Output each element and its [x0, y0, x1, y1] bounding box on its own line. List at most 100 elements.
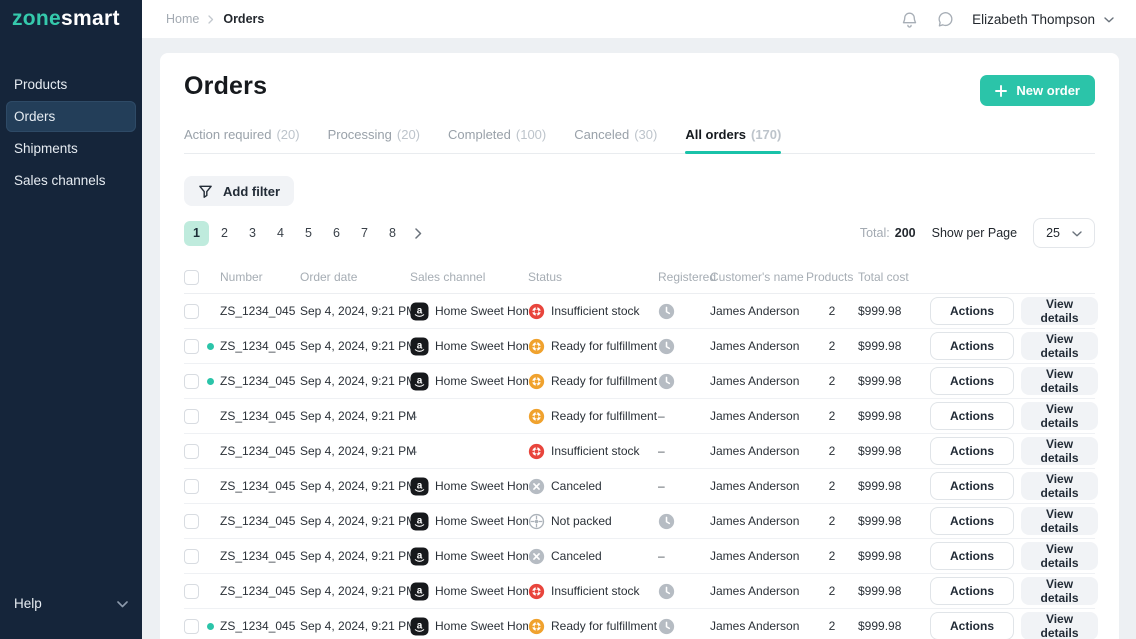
amazon-icon: a	[410, 512, 429, 531]
sidebar-item-shipments[interactable]: Shipments	[6, 133, 136, 164]
row-checkbox[interactable]	[184, 374, 199, 389]
view-details-button[interactable]: View details	[1021, 612, 1098, 639]
user-menu[interactable]: Elizabeth Thompson	[972, 10, 1114, 28]
table-row: ZS_1234_045 Sep 4, 2024, 9:21 PM aHome S…	[184, 329, 1095, 364]
logo-text-zone: zone	[12, 7, 61, 31]
next-page-button[interactable]	[408, 228, 429, 239]
view-details-button[interactable]: View details	[1021, 297, 1098, 325]
clock-icon	[658, 618, 710, 635]
table-body: ZS_1234_045 Sep 4, 2024, 9:21 PM aHome S…	[184, 294, 1095, 639]
actions-button[interactable]: Actions	[930, 577, 1014, 605]
sales-channel-name: Home Sweet Hom...	[435, 479, 528, 493]
per-page-select[interactable]: 25	[1033, 218, 1095, 248]
order-status: Ready for fulfillment	[528, 373, 658, 390]
page-4-button[interactable]: 4	[268, 221, 293, 246]
table-row: ZS_1234_045 Sep 4, 2024, 9:21 PM aHome S…	[184, 539, 1095, 574]
order-number: ZS_1234_045	[220, 444, 300, 458]
sales-channel-name: Home Sweet Hom...	[435, 374, 528, 388]
tab-action-required[interactable]: Action required (20)	[184, 127, 300, 153]
row-checkbox[interactable]	[184, 619, 199, 634]
funnel-icon	[198, 184, 213, 199]
view-details-button[interactable]: View details	[1021, 472, 1098, 500]
sales-channel: aHome Sweet Hom...	[410, 547, 528, 566]
amazon-icon: a	[410, 302, 429, 321]
actions-button[interactable]: Actions	[930, 332, 1014, 360]
actions-button[interactable]: Actions	[930, 507, 1014, 535]
notifications-bell-icon[interactable]	[900, 10, 919, 29]
registered-cell	[658, 303, 710, 320]
order-number: ZS_1234_045	[220, 584, 300, 598]
sidebar-item-sales-channels[interactable]: Sales channels	[6, 165, 136, 196]
page-1-button[interactable]: 1	[184, 221, 209, 246]
view-details-button[interactable]: View details	[1021, 402, 1098, 430]
clock-icon	[658, 583, 710, 600]
view-details-button[interactable]: View details	[1021, 367, 1098, 395]
row-checkbox[interactable]	[184, 339, 199, 354]
messages-chat-icon[interactable]	[936, 10, 955, 29]
view-details-button[interactable]: View details	[1021, 542, 1098, 570]
order-date: Sep 4, 2024, 9:21 PM	[300, 304, 410, 318]
new-order-label: New order	[1016, 83, 1080, 98]
page-6-button[interactable]: 6	[324, 221, 349, 246]
row-checkbox[interactable]	[184, 584, 199, 599]
status-label: Ready for fulfillment	[551, 374, 657, 388]
app-logo[interactable]: zonesmart	[0, 0, 142, 38]
sidebar-item-products[interactable]: Products	[6, 69, 136, 100]
sales-channel: aHome Sweet Hom...	[410, 302, 528, 321]
view-details-button[interactable]: View details	[1021, 332, 1098, 360]
page-3-button[interactable]: 3	[240, 221, 265, 246]
actions-button[interactable]: Actions	[930, 367, 1014, 395]
row-checkbox[interactable]	[184, 444, 199, 459]
select-all-checkbox[interactable]	[184, 270, 199, 285]
actions-button[interactable]: Actions	[930, 542, 1014, 570]
actions-button[interactable]: Actions	[930, 472, 1014, 500]
table-header: Number Order date Sales channel Status R…	[184, 261, 1095, 294]
page-7-button[interactable]: 7	[352, 221, 377, 246]
row-checkbox[interactable]	[184, 479, 199, 494]
tab-label: Processing	[328, 127, 392, 142]
order-number: ZS_1234_045	[220, 549, 300, 563]
page-8-button[interactable]: 8	[380, 221, 405, 246]
page-2-button[interactable]: 2	[212, 221, 237, 246]
new-order-button[interactable]: New order	[980, 75, 1095, 106]
tab-canceled[interactable]: Canceled (30)	[574, 127, 657, 153]
actions-button[interactable]: Actions	[930, 297, 1014, 325]
products-count: 2	[806, 514, 858, 528]
products-count: 2	[806, 549, 858, 563]
svg-text:a: a	[417, 515, 423, 526]
customer-name: James Anderson	[710, 374, 806, 388]
orders-panel: Orders New order Action required (20) Pr…	[160, 53, 1119, 639]
order-status: Ready for fulfillment	[528, 408, 658, 425]
row-checkbox[interactable]	[184, 514, 199, 529]
view-details-button[interactable]: View details	[1021, 507, 1098, 535]
sidebar-item-orders[interactable]: Orders	[6, 101, 136, 132]
order-status: Insufficient stock	[528, 303, 658, 320]
col-registered: Registered	[658, 270, 710, 284]
tab-processing[interactable]: Processing (20)	[328, 127, 420, 153]
add-filter-button[interactable]: Add filter	[184, 176, 294, 206]
order-date: Sep 4, 2024, 9:21 PM	[300, 339, 410, 353]
actions-button[interactable]: Actions	[930, 612, 1014, 639]
new-order-dot	[207, 623, 214, 630]
page-5-button[interactable]: 5	[296, 221, 321, 246]
status-canceled-icon	[528, 548, 545, 565]
customer-name: James Anderson	[710, 619, 806, 633]
order-date: Sep 4, 2024, 9:21 PM	[300, 444, 410, 458]
tab-count: (20)	[276, 127, 299, 142]
tab-all-orders[interactable]: All orders (170)	[685, 127, 781, 153]
order-status: Insufficient stock	[528, 443, 658, 460]
actions-button[interactable]: Actions	[930, 437, 1014, 465]
actions-button[interactable]: Actions	[930, 402, 1014, 430]
row-checkbox[interactable]	[184, 304, 199, 319]
svg-text:a: a	[417, 375, 423, 386]
view-details-button[interactable]: View details	[1021, 577, 1098, 605]
view-details-button[interactable]: View details	[1021, 437, 1098, 465]
order-status: Ready for fulfillment	[528, 338, 658, 355]
tab-count: (20)	[397, 127, 420, 142]
tab-completed[interactable]: Completed (100)	[448, 127, 546, 153]
row-checkbox[interactable]	[184, 549, 199, 564]
status-notpacked-icon	[528, 513, 545, 530]
row-checkbox[interactable]	[184, 409, 199, 424]
breadcrumb-home[interactable]: Home	[166, 12, 199, 26]
sidebar-item-help[interactable]: Help	[0, 589, 142, 617]
